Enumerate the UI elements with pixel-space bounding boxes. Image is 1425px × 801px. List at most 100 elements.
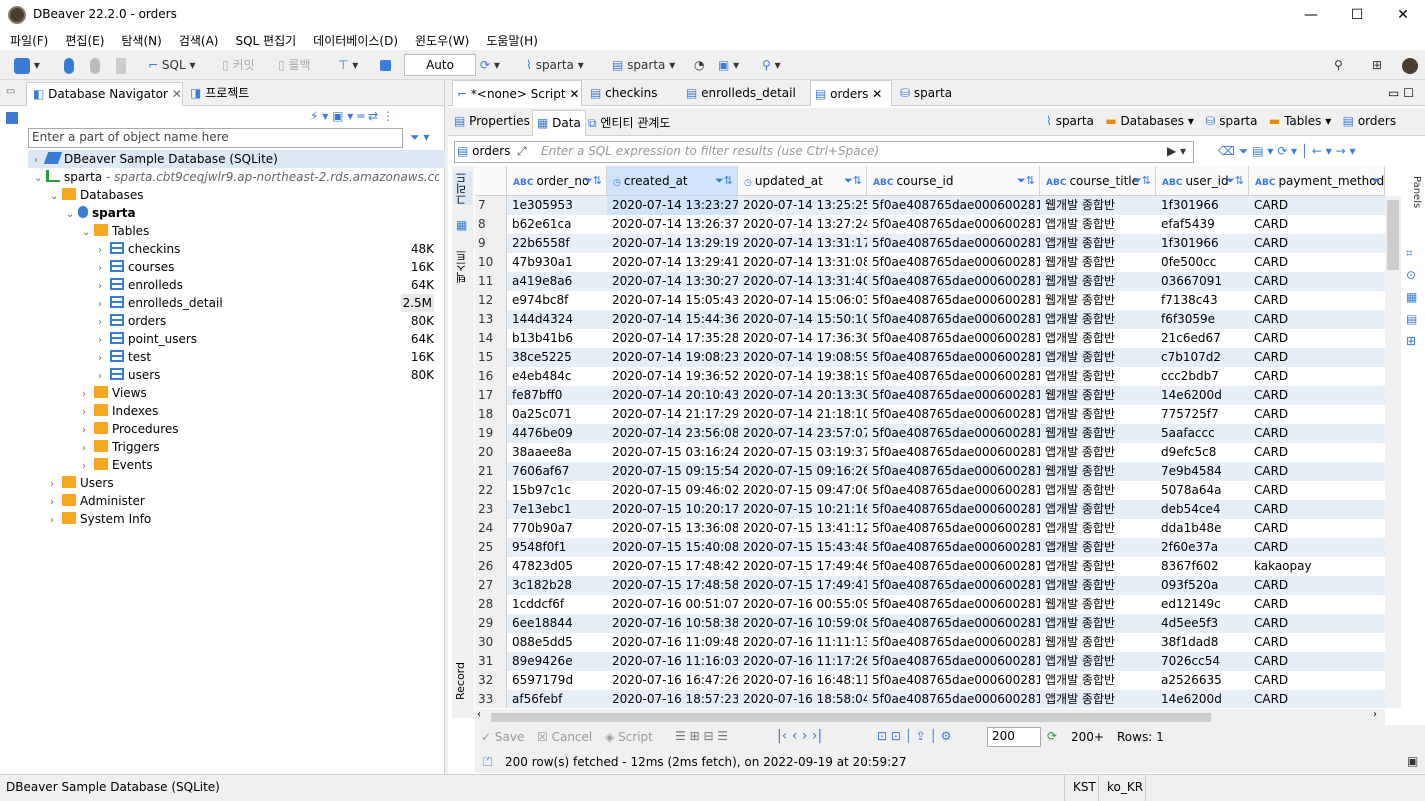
table-cell[interactable]: 2020-07-16 18:58:04 [738,690,867,708]
table-cell[interactable]: CARD [1249,367,1385,386]
table-cell[interactable]: CARD [1249,633,1385,652]
table-cell[interactable]: 2020-07-14 13:26:37 [607,215,738,234]
tasks-button[interactable]: ▣ ▾ [718,55,739,75]
refresh-mode-button[interactable]: ⟳ ▾ [480,55,500,75]
chevron-right-icon[interactable]: › [50,494,62,510]
column-header-order-no[interactable]: ABC order_no ⏷⇅ [507,166,607,196]
table-cell[interactable]: 2020-07-16 11:11:13 [738,633,867,652]
table-cell[interactable]: 2020-07-16 16:48:11 [738,671,867,690]
tree-node-enrolleds-detail[interactable]: › enrolleds_detail 2.5M [98,294,439,312]
tree-node-checkins[interactable]: › checkins 48K [98,240,439,258]
script-button[interactable]: ◈ Script [605,730,653,744]
chevron-down-icon[interactable]: ⌄ [50,188,62,204]
column-header-course-id[interactable]: ABC course_id ⏷⇅ [867,166,1040,196]
sql-editor-button[interactable]: ⌐ SQL ▾ [148,55,195,75]
tree-node-courses[interactable]: › courses 16K [98,258,439,276]
table-row[interactable]: 26 47823d05 2020-07-15 17:48:42 2020-07-15 … [475,557,1385,576]
table-cell[interactable]: 2020-07-15 09:15:54 [607,462,738,481]
tree-node-views[interactable]: › Views [82,384,439,402]
table-cell[interactable]: 2020-07-16 10:59:08 [738,614,867,633]
table-cell[interactable]: 2020-07-14 21:18:10 [738,405,867,424]
table-cell[interactable]: 2020-07-14 15:05:43 [607,291,738,310]
layout-actions[interactable]: ⊡ ⊡ │ ⇪ │ ⚙ [877,729,951,743]
filter-sort-icon[interactable]: ⏷ [1371,166,1380,196]
tree-node-system-info[interactable]: › System Info [50,510,439,528]
tree-node-triggers[interactable]: › Triggers [82,438,439,456]
horizontal-scrollbar[interactable]: ‹ › [475,709,1385,725]
table-cell[interactable]: 2020-07-14 21:17:29 [607,405,738,424]
table-cell[interactable]: CARD [1249,386,1385,405]
table-cell[interactable]: CARD [1249,310,1385,329]
table-cell[interactable]: 21c6ed67 [1156,329,1249,348]
table-cell[interactable]: 웹개발 종합반 [1040,196,1156,215]
table-row[interactable]: 19 4476be09 2020-07-14 23:56:08 2020-07-14 … [475,424,1385,443]
fetch-more-button[interactable]: 200+ [1071,730,1104,744]
table-cell[interactable]: 2020-07-14 15:50:10 [738,310,867,329]
table-cell[interactable]: 웹개발 종합반 [1040,424,1156,443]
table-cell[interactable]: 5f0ae408765dae0006002817 [867,652,1040,671]
table-cell[interactable]: 웹개발 종합반 [1040,595,1156,614]
table-cell[interactable]: 앱개발 종합반 [1040,310,1156,329]
chevron-right-icon[interactable]: › [98,260,110,276]
tab-orders[interactable]: ▤ orders ✕ [810,80,892,106]
table-cell[interactable]: 5f0ae408765dae0006002817 [867,671,1040,690]
scrollbar-thumb[interactable] [1387,200,1399,270]
table-row[interactable]: 29 6ee18844 2020-07-16 10:58:38 2020-07-16 … [475,614,1385,633]
breadcrumb-databases[interactable]: ▬ Databases ▾ [1105,114,1194,128]
chevron-right-icon[interactable]: › [98,242,110,258]
paging-controls[interactable]: |‹ ‹ › ›| [777,728,822,744]
connect-button[interactable] [64,55,74,75]
dashboard-button[interactable]: ◔ [694,55,704,75]
table-row[interactable]: 14 b13b41b6 2020-07-14 17:35:28 2020-07-14 … [475,329,1385,348]
scrollbar-thumb[interactable] [491,713,1211,722]
table-cell[interactable]: 2020-07-16 11:17:26 [738,652,867,671]
menu-window[interactable]: 윈도우(W) [405,30,476,49]
menu-help[interactable]: 도움말(H) [476,30,545,49]
close-icon[interactable]: ✕ [872,87,882,101]
table-row[interactable]: 12 e974bc8f 2020-07-14 15:05:43 2020-07-14 … [475,291,1385,310]
table-cell[interactable]: 7e13ebc1 [507,500,607,519]
column-header-updated-at[interactable]: ◷ updated_at ⏷⇅ [738,166,867,196]
breadcrumb-table[interactable]: ▤ orders [1343,114,1396,128]
tree-node-point-users[interactable]: › point_users 64K [98,330,439,348]
table-cell[interactable]: 1e305953 [507,196,607,215]
table-cell[interactable]: 8367f602 [1156,557,1249,576]
table-cell[interactable]: 2020-07-14 13:31:08 [738,253,867,272]
table-cell[interactable]: d9efc5c8 [1156,443,1249,462]
table-cell[interactable]: 775725f7 [1156,405,1249,424]
table-cell[interactable]: 03667091 [1156,272,1249,291]
table-cell[interactable]: 앱개발 종합반 [1040,538,1156,557]
table-cell[interactable]: 2020-07-16 00:51:07 [607,595,738,614]
table-cell[interactable]: CARD [1249,481,1385,500]
table-row[interactable]: 16 e4eb484c 2020-07-14 19:36:52 2020-07-14 … [475,367,1385,386]
table-row[interactable]: 24 770b90a7 2020-07-15 13:36:08 2020-07-15 … [475,519,1385,538]
table-cell[interactable]: 093f520a [1156,576,1249,595]
minimize-button[interactable]: — [1288,0,1334,30]
filter-actions[interactable]: ⌫ ⏷ ▤ ▾ ⟳ ▾ │ ← ▾ → ▾ [1218,144,1356,159]
table-cell[interactable]: 2020-07-14 20:13:30 [738,386,867,405]
table-cell[interactable]: 5f0ae408765dae0006002816 [867,633,1040,652]
table-cell[interactable]: 7026cc54 [1156,652,1249,671]
table-cell[interactable]: CARD [1249,443,1385,462]
auto-commit-field[interactable]: Auto [404,54,476,76]
table-cell[interactable]: 앱개발 종합반 [1040,690,1156,708]
table-row[interactable]: 25 9548f0f1 2020-07-15 15:40:08 2020-07-15 … [475,538,1385,557]
table-cell[interactable]: 5f0ae408765dae0006002817 [867,576,1040,595]
menu-file[interactable]: 파일(F) [0,30,55,49]
tab-enrolleds-detail[interactable]: ▤ enrolleds_detail [682,80,796,106]
table-cell[interactable]: 2020-07-15 09:47:06 [738,481,867,500]
table-cell[interactable]: CARD [1249,424,1385,443]
table-cell[interactable]: 웹개발 종합반 [1040,291,1156,310]
tab-checkins[interactable]: ▤ checkins [586,80,658,106]
table-cell[interactable]: 5f0ae408765dae0006002817 [867,310,1040,329]
table-cell[interactable]: 3c182b28 [507,576,607,595]
table-row[interactable]: 28 1cddcf6f 2020-07-16 00:51:07 2020-07-16 … [475,595,1385,614]
table-cell[interactable]: 144d4324 [507,310,607,329]
table-cell[interactable]: 1cddcf6f [507,595,607,614]
table-cell[interactable]: 앱개발 종합반 [1040,481,1156,500]
table-cell[interactable]: 2020-07-14 15:06:03 [738,291,867,310]
table-cell[interactable]: 47823d05 [507,557,607,576]
table-cell[interactable]: 앱개발 종합반 [1040,557,1156,576]
table-cell[interactable]: 앱개발 종합반 [1040,671,1156,690]
transaction-mode-button[interactable]: ⊤ ▾ [338,55,358,75]
